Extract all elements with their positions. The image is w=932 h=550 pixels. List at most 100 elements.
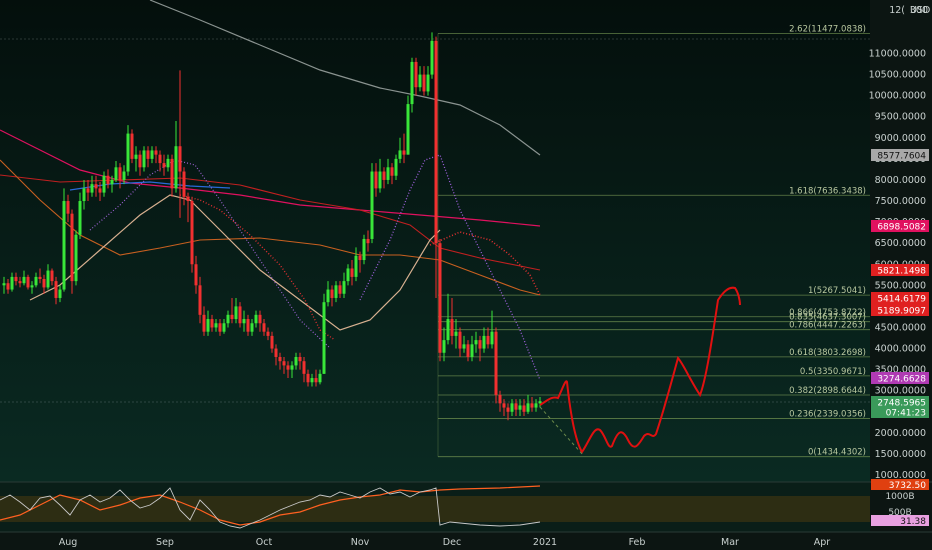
candle-body[interactable] <box>162 163 166 168</box>
candle-body[interactable] <box>50 270 54 282</box>
candle-body[interactable] <box>478 340 482 349</box>
candle-body[interactable] <box>94 184 98 189</box>
candle-body[interactable] <box>350 268 354 277</box>
candle-body[interactable] <box>470 344 474 357</box>
candle-body[interactable] <box>534 403 538 408</box>
candle-body[interactable] <box>510 403 514 412</box>
menu-label[interactable]: 300 <box>910 5 928 16</box>
candle-body[interactable] <box>46 270 50 288</box>
candle-body[interactable] <box>298 356 302 362</box>
candle-body[interactable] <box>322 302 326 374</box>
candle-body[interactable] <box>522 405 526 412</box>
candle-body[interactable] <box>34 276 38 286</box>
candle-body[interactable] <box>18 281 22 284</box>
candle-body[interactable] <box>206 319 210 332</box>
candle-body[interactable] <box>294 356 298 366</box>
candle-body[interactable] <box>270 335 274 349</box>
candle-body[interactable] <box>394 158 398 176</box>
candle-body[interactable] <box>202 314 206 332</box>
candle-body[interactable] <box>114 167 118 180</box>
candle-body[interactable] <box>530 403 534 408</box>
candle-body[interactable] <box>382 171 386 180</box>
time-axis[interactable] <box>0 532 870 550</box>
candle-body[interactable] <box>30 285 34 288</box>
candle-body[interactable] <box>390 167 394 176</box>
candle-body[interactable] <box>126 133 130 172</box>
candle-body[interactable] <box>102 175 106 193</box>
candle-body[interactable] <box>318 373 322 383</box>
candle-body[interactable] <box>526 403 530 412</box>
candle-body[interactable] <box>166 158 170 168</box>
candle-body[interactable] <box>482 335 486 349</box>
candle-body[interactable] <box>122 171 126 180</box>
candle-body[interactable] <box>194 264 198 286</box>
candle-body[interactable] <box>218 323 222 332</box>
candle-body[interactable] <box>498 394 502 404</box>
candle-body[interactable] <box>78 201 82 235</box>
candle-body[interactable] <box>538 401 542 404</box>
candle-body[interactable] <box>310 378 314 383</box>
candle-body[interactable] <box>434 40 438 244</box>
candle-body[interactable] <box>282 361 286 366</box>
candle-body[interactable] <box>354 255 358 277</box>
candle-body[interactable] <box>330 289 334 298</box>
candle-body[interactable] <box>446 319 450 341</box>
candle-body[interactable] <box>90 184 94 193</box>
candle-body[interactable] <box>118 167 122 180</box>
candle-body[interactable] <box>370 171 374 239</box>
candle-body[interactable] <box>490 331 494 345</box>
candle-body[interactable] <box>14 276 18 282</box>
candle-body[interactable] <box>458 331 462 349</box>
candle-body[interactable] <box>158 154 162 164</box>
candle-body[interactable] <box>138 154 142 168</box>
candle-body[interactable] <box>74 234 78 282</box>
candle-body[interactable] <box>290 365 294 370</box>
candle-body[interactable] <box>410 61 414 105</box>
candle-body[interactable] <box>518 405 522 410</box>
candle-body[interactable] <box>346 268 350 282</box>
candle-body[interactable] <box>70 213 74 282</box>
candle-body[interactable] <box>502 403 506 408</box>
candle-body[interactable] <box>38 276 42 280</box>
candle-body[interactable] <box>374 171 378 189</box>
candle-body[interactable] <box>514 403 518 410</box>
candle-body[interactable] <box>26 276 30 288</box>
candle-body[interactable] <box>258 314 262 324</box>
candle-body[interactable] <box>430 40 434 75</box>
candle-body[interactable] <box>106 175 110 185</box>
candle-body[interactable] <box>154 150 158 155</box>
candle-body[interactable] <box>450 319 454 336</box>
candle-body[interactable] <box>238 306 242 324</box>
candle-body[interactable] <box>338 285 342 294</box>
candle-body[interactable] <box>66 201 70 214</box>
candle-body[interactable] <box>186 196 190 202</box>
candle-body[interactable] <box>58 289 62 298</box>
candle-body[interactable] <box>142 150 146 168</box>
candle-body[interactable] <box>334 285 338 298</box>
candle-body[interactable] <box>406 104 410 155</box>
candle-body[interactable] <box>170 158 174 189</box>
candle-body[interactable] <box>266 331 270 336</box>
candle-body[interactable] <box>146 150 150 159</box>
candle-body[interactable] <box>422 74 426 92</box>
candle-body[interactable] <box>198 285 202 315</box>
candle-body[interactable] <box>262 323 266 332</box>
candle-body[interactable] <box>418 74 422 88</box>
candle-body[interactable] <box>242 319 246 324</box>
candle-body[interactable] <box>506 407 510 412</box>
candle-body[interactable] <box>42 279 46 288</box>
candle-body[interactable] <box>150 150 154 159</box>
candle-body[interactable] <box>10 276 14 290</box>
candle-body[interactable] <box>54 281 58 298</box>
candle-body[interactable] <box>98 188 102 193</box>
candle-body[interactable] <box>486 335 490 345</box>
candle-body[interactable] <box>358 255 362 261</box>
candle-body[interactable] <box>230 314 234 320</box>
candle-body[interactable] <box>414 61 418 88</box>
candle-body[interactable] <box>274 348 278 357</box>
candle-body[interactable] <box>246 319 250 332</box>
candle-body[interactable] <box>226 314 230 324</box>
candle-body[interactable] <box>426 74 430 92</box>
candle-body[interactable] <box>326 289 330 303</box>
candle-body[interactable] <box>86 188 90 193</box>
